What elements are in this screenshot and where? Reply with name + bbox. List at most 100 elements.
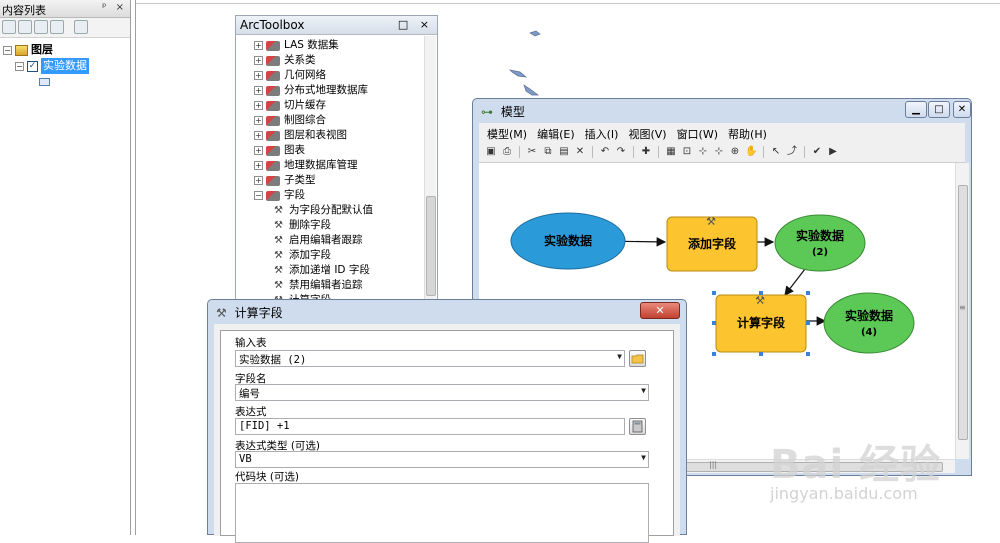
print-icon[interactable]: ⎙ (501, 146, 513, 158)
list-by-selection-icon[interactable] (50, 20, 64, 34)
zoom-icon[interactable]: ⊕ (729, 146, 741, 158)
toolbox-toolset-item[interactable]: + 几何网络 (254, 68, 422, 83)
toolbox-tool-item[interactable]: ⚒ 为字段分配默认值 (254, 203, 422, 218)
close-button[interactable]: ✕ (640, 302, 680, 319)
undo-icon[interactable]: ↶ (599, 146, 611, 158)
layer-visibility-checkbox[interactable]: ✓ (27, 60, 38, 72)
scroll-grip-icon: ≡ (959, 303, 966, 312)
collapse-icon[interactable]: − (15, 61, 24, 71)
auto-layout-icon[interactable]: ▦ (665, 146, 677, 158)
cut-icon[interactable]: ✂ (526, 146, 538, 158)
list-by-drawing-order-icon[interactable] (2, 20, 16, 34)
toolbox-toolset-item[interactable]: + 子类型 (254, 173, 422, 188)
toolbox-toolset-item[interactable]: + 地理数据库管理 (254, 158, 422, 173)
toc-window-buttons[interactable]: ᵖ × (102, 2, 127, 13)
toolbox-toolset-item[interactable]: + LAS 数据集 (254, 38, 422, 53)
menu-help[interactable]: 帮助(H) (728, 126, 767, 141)
arctoolbox-window-buttons[interactable]: □ × (398, 18, 433, 31)
toolbox-tool-item[interactable]: ⚒ 禁用编辑者追踪 (254, 278, 422, 293)
output-data-4-node[interactable] (823, 292, 915, 354)
scrollbar-thumb[interactable] (426, 196, 436, 296)
expand-icon[interactable]: + (254, 131, 263, 140)
maximize-button[interactable]: □ (928, 101, 950, 118)
expression-type-dropdown[interactable]: VB ▼ (235, 451, 649, 468)
output-data-2-label: 实验数据 (796, 228, 844, 243)
dialog-body: 输入表 实验数据 (2) ▼ 字段名 编号 ▼ 表达式 [FID] +1 表达式… (214, 324, 680, 543)
toc-layer-item[interactable]: − ✓ 实验数据 (3, 58, 130, 74)
map-feature-polygon (508, 69, 528, 78)
toolbox-item-label: 启用编辑者跟踪 (289, 234, 363, 246)
zoom-in-icon[interactable]: ⊹ (697, 146, 709, 158)
browse-folder-button[interactable] (629, 350, 646, 367)
field-name-dropdown[interactable]: 编号 ▼ (235, 384, 649, 401)
menu-edit[interactable]: 编辑(E) (537, 126, 575, 141)
calculator-icon (632, 420, 643, 433)
pan-icon[interactable]: ✋ (745, 146, 757, 158)
toc-options-icon[interactable] (74, 20, 88, 34)
redo-icon[interactable]: ↷ (615, 146, 627, 158)
toc-layers-group[interactable]: − 图层 (3, 42, 130, 58)
toolbox-item-label: 图表 (284, 144, 305, 156)
input-table-value: 实验数据 (2) (239, 354, 307, 366)
delete-icon[interactable]: ✕ (574, 146, 586, 158)
expand-icon[interactable]: + (254, 56, 263, 65)
toolbox-toolset-item[interactable]: + 图表 (254, 143, 422, 158)
expand-icon[interactable]: + (254, 161, 263, 170)
save-icon[interactable]: ▣ (485, 146, 497, 158)
input-table-dropdown[interactable]: 实验数据 (2) ▼ (235, 350, 625, 367)
full-extent-icon[interactable]: ⊡ (681, 146, 693, 158)
close-button[interactable]: ✕ (953, 101, 971, 118)
toolbox-tool-item[interactable]: ⚒ 添加字段 (254, 248, 422, 263)
toolbox-toolset-item[interactable]: + 分布式地理数据库 (254, 83, 422, 98)
layer-name-label[interactable]: 实验数据 (41, 58, 89, 74)
toolbox-toolset-item[interactable]: + 制图综合 (254, 113, 422, 128)
toolbox-tool-item[interactable]: ⚒ 添加递增 ID 字段 (254, 263, 422, 278)
expand-icon[interactable]: + (254, 101, 263, 110)
arctoolbox-scrollbar[interactable] (424, 36, 436, 304)
polygon-symbol-icon[interactable] (39, 78, 50, 86)
expression-calculator-button[interactable] (629, 418, 646, 435)
expression-input[interactable]: [FID] +1 (235, 418, 625, 435)
toolbox-tool-item[interactable]: ⚒ 删除字段 (254, 218, 422, 233)
list-by-visibility-icon[interactable] (34, 20, 48, 34)
expand-icon[interactable]: + (254, 116, 263, 125)
baidu-watermark-logo: Bai 经验 (770, 442, 942, 488)
collapse-icon[interactable]: − (254, 191, 263, 200)
hammer-icon: ⚒ (706, 215, 716, 228)
toolbox-tool-item[interactable]: ⚒ 启用编辑者跟踪 (254, 233, 422, 248)
hammer-icon: ⚒ (274, 205, 283, 216)
select-icon[interactable]: ↖ (770, 146, 782, 158)
connect-icon[interactable]: ⤴ (786, 146, 798, 158)
expand-icon[interactable]: + (254, 176, 263, 185)
menu-window[interactable]: 窗口(W) (677, 126, 718, 141)
toolbox-toolset-item[interactable]: + 图层和表视图 (254, 128, 422, 143)
toolbox-item-label: 删除字段 (289, 219, 331, 231)
copy-icon[interactable]: ⧉ (542, 146, 554, 158)
expand-icon[interactable]: + (254, 71, 263, 80)
code-block-textarea[interactable] (235, 483, 649, 543)
output-data-2-node[interactable] (774, 214, 866, 272)
collapse-icon[interactable]: − (3, 45, 12, 55)
chevron-down-icon[interactable]: ▼ (617, 352, 622, 361)
scrollbar-thumb[interactable] (958, 185, 968, 440)
menu-view[interactable]: 视图(V) (628, 126, 666, 141)
chevron-down-icon[interactable]: ▼ (641, 453, 646, 462)
expand-icon[interactable]: + (254, 41, 263, 50)
minimize-button[interactable]: ▁ (905, 101, 927, 118)
toolbox-toolset-item[interactable]: + 关系类 (254, 53, 422, 68)
calculate-field-label: 计算字段 (737, 315, 786, 330)
expand-icon[interactable]: + (254, 146, 263, 155)
expand-icon[interactable]: + (254, 86, 263, 95)
list-by-source-icon[interactable] (18, 20, 32, 34)
validate-icon[interactable]: ✔ (811, 146, 823, 158)
model-vertical-scrollbar[interactable]: ≡ (955, 163, 969, 459)
run-icon[interactable]: ▶ (827, 146, 839, 158)
toolbox-toolset-item[interactable]: + 切片缓存 (254, 98, 422, 113)
menu-model[interactable]: 模型(M) (487, 126, 527, 141)
add-data-icon[interactable]: ✚ (640, 146, 652, 158)
toolbox-toolset-item[interactable]: − 字段 (254, 188, 422, 203)
menu-insert[interactable]: 插入(I) (585, 126, 619, 141)
paste-icon[interactable]: ▤ (558, 146, 570, 158)
chevron-down-icon[interactable]: ▼ (641, 386, 646, 395)
zoom-out-icon[interactable]: ⊹ (713, 146, 725, 158)
